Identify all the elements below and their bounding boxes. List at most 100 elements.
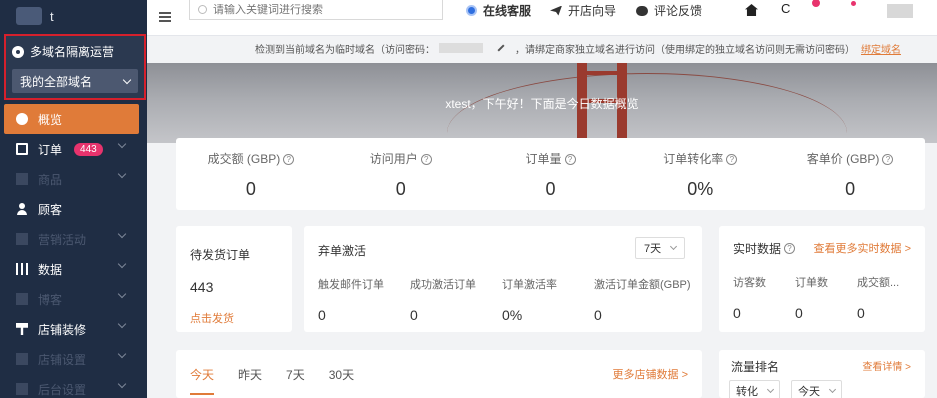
feedback-link[interactable]: 评论反馈 xyxy=(636,2,702,19)
password-masked xyxy=(439,43,483,53)
chevron-down-icon xyxy=(122,75,132,84)
stat-value: 0 xyxy=(395,179,406,199)
stat-label: 客单价 (GBP) xyxy=(806,152,880,166)
domain-section-label: 多域名隔离运营 xyxy=(30,45,115,59)
gear-icon xyxy=(12,45,24,58)
metric-value: 0 xyxy=(318,307,326,323)
sidebar-item-blog[interactable]: 博客 xyxy=(0,284,147,314)
traffic-period-select[interactable]: 今天 xyxy=(791,380,842,398)
bind-domain-link[interactable]: 绑定域名 xyxy=(861,41,901,56)
brand-name: t xyxy=(50,8,54,24)
tab-yesterday[interactable]: 昨天 xyxy=(238,366,262,395)
orders-count-badge: 443 xyxy=(74,142,103,156)
metric-emailed: 触发邮件订单 0 xyxy=(318,276,410,323)
avatar[interactable] xyxy=(887,4,913,18)
more-realtime-link[interactable]: 查看更多实时数据 > xyxy=(814,240,911,256)
ship-now-link[interactable]: 点击发货 xyxy=(190,310,234,326)
notice-text-2: ，请绑定商家独立域名进行访问（使用绑定的独立域名访问则无需访问密码） xyxy=(515,44,855,56)
traffic-ranking-card: 流量排名 查看详情 > 转化 今天 xyxy=(719,350,925,398)
sidebar-item-orders[interactable]: 订单 443 xyxy=(0,134,147,164)
sidebar-item-data[interactable]: 数据 xyxy=(0,254,147,284)
store-data-card: 今天 昨天 7天 30天 更多店铺数据 > xyxy=(176,350,702,398)
sidebar-item-label: 顾客 xyxy=(38,202,63,217)
bridge-crossbar xyxy=(577,71,627,75)
edit-icon[interactable] xyxy=(497,44,505,52)
sidebar-item-marketing[interactable]: 营销活动 xyxy=(0,224,147,254)
brush-icon xyxy=(16,323,28,335)
stat-label: 订单转化率 xyxy=(663,152,724,166)
period-select-value: 今天 xyxy=(798,386,820,398)
tab-30-days[interactable]: 30天 xyxy=(329,366,354,395)
metric-value: 0 xyxy=(733,305,741,321)
sidebar-item-store-settings[interactable]: 店铺设置 xyxy=(0,344,147,374)
sidebar-item-label: 数据 xyxy=(38,262,63,277)
chevron-down-icon xyxy=(117,379,127,389)
stat-orders: 订单量? 0 xyxy=(476,138,626,210)
help-icon[interactable]: ? xyxy=(564,154,576,166)
brand[interactable]: t xyxy=(0,0,147,32)
product-icon xyxy=(16,173,28,185)
metric-visitors: 访客数 0 xyxy=(733,274,795,321)
realtime-card: 实时数据 ? 查看更多实时数据 > 访客数 0 订单数 0 成交额... 0 xyxy=(719,226,925,332)
sidebar-item-products[interactable]: 商品 xyxy=(0,164,147,194)
chevron-down-icon xyxy=(766,385,775,394)
stat-label: 访问用户 xyxy=(369,152,418,166)
sidebar-item-store-design[interactable]: 店铺装修 xyxy=(0,314,147,344)
search-input[interactable] xyxy=(213,3,423,16)
temporary-domain-notice: 检测到当前域名为临时域名（访问密码： ，请绑定商家独立域名进行访问（使用绑定的独… xyxy=(147,36,937,60)
stat-revenue: 成交额 (GBP)? 0 xyxy=(176,138,326,210)
stat-value: 0% xyxy=(687,179,714,199)
realtime-title: 实时数据 ? xyxy=(733,240,796,257)
sidebar-item-label: 订单 xyxy=(38,142,63,157)
search-box xyxy=(189,0,443,20)
help-icon[interactable]: ? xyxy=(882,154,894,166)
home-icon[interactable] xyxy=(745,4,758,16)
metric-value: 0 xyxy=(594,307,602,323)
store-data-tabs: 今天 昨天 7天 30天 xyxy=(190,366,378,395)
abandoned-cart-title: 弃单激活 xyxy=(318,244,367,258)
sidebar-item-overview[interactable]: 概览 xyxy=(4,104,139,134)
sidebar-item-admin-settings[interactable]: 后台设置 xyxy=(0,374,147,398)
chevron-down-icon xyxy=(117,229,127,239)
help-icon[interactable]: ? xyxy=(726,154,738,166)
traffic-metric-select[interactable]: 转化 xyxy=(729,380,780,398)
sidebar-item-customers[interactable]: 顾客 xyxy=(0,194,147,224)
metric-label: 订单激活率 xyxy=(502,279,557,291)
user-icon xyxy=(16,203,28,215)
pending-orders-count: 443 xyxy=(190,279,214,295)
menu-icon[interactable] xyxy=(159,12,171,22)
stat-label: 订单量 xyxy=(525,152,562,166)
metric-value: 0 xyxy=(857,305,865,321)
abandoned-metrics: 触发邮件订单 0 成功激活订单 0 订单激活率 0% 激活订单金额(GBP) 0 xyxy=(318,276,691,323)
paper-plane-icon xyxy=(550,5,562,16)
help-icon[interactable]: ? xyxy=(784,243,796,254)
chevron-down-icon xyxy=(117,139,127,149)
tab-7-days[interactable]: 7天 xyxy=(286,366,305,395)
sidebar: t 多域名隔离运营 我的全部域名 概览 订单 443 商品 顾客 营销活动 数据… xyxy=(0,0,147,398)
chat-bubble-icon xyxy=(636,5,648,16)
metric-recovery-rate: 订单激活率 0% xyxy=(502,276,594,323)
realtime-metrics: 访客数 0 订单数 0 成交额... 0 xyxy=(733,274,919,321)
tab-today[interactable]: 今天 xyxy=(190,366,215,395)
more-store-data-link[interactable]: 更多店铺数据 > xyxy=(613,366,688,382)
chevron-down-icon xyxy=(117,289,127,299)
help-icon[interactable]: ? xyxy=(420,154,432,166)
store-guide-link[interactable]: 开店向导 xyxy=(550,2,616,19)
abandoned-period-select[interactable]: 7天 xyxy=(635,237,686,259)
chevron-down-icon xyxy=(117,319,127,329)
pending-orders-card: 待发货订单 443 点击发货 xyxy=(176,226,292,332)
sidebar-item-label: 博客 xyxy=(38,292,63,307)
metric-label: 订单数 xyxy=(795,277,828,289)
domain-select[interactable]: 我的全部域名 xyxy=(12,69,138,93)
period-value: 7天 xyxy=(644,243,662,255)
stat-value: 0 xyxy=(545,179,556,199)
realtime-title-label: 实时数据 xyxy=(733,242,782,256)
online-support-link[interactable]: 在线客服 xyxy=(466,2,531,19)
traffic-details-link[interactable]: 查看详情 > xyxy=(862,358,911,373)
online-support-label: 在线客服 xyxy=(483,4,532,18)
refresh-icon[interactable]: C xyxy=(781,1,790,16)
sidebar-item-label: 后台设置 xyxy=(38,382,87,397)
chevron-down-icon xyxy=(117,169,127,179)
help-icon[interactable]: ? xyxy=(283,154,295,166)
metric-recovered: 成功激活订单 0 xyxy=(410,276,502,323)
